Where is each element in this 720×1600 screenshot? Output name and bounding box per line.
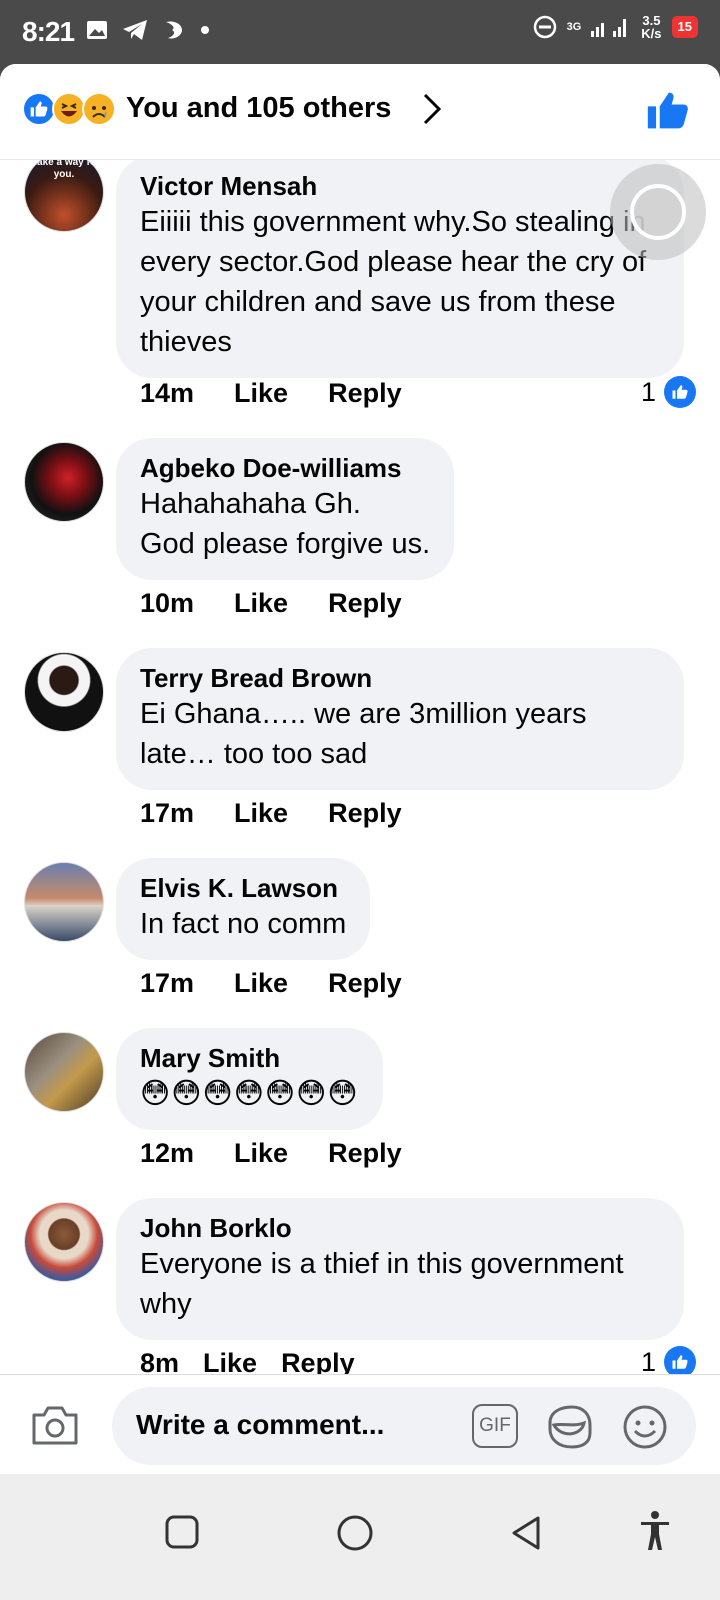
comment-actions: 8m Like Reply [140,1348,355,1374]
like-link[interactable]: Like [234,378,288,409]
reply-link[interactable]: Reply [328,588,402,619]
battery-indicator: 15 [671,16,698,38]
status-bar: 8:21 3G 3.5 K/s 15 [0,0,720,64]
status-notifications [86,18,210,42]
accessibility-icon[interactable] [638,1510,672,1552]
comment-input[interactable]: Write a comment... GIF [112,1387,696,1465]
home-icon[interactable] [336,1514,374,1552]
like-link[interactable]: Like [234,588,288,619]
comment-actions: 14m Like Reply [140,378,402,409]
reply-link[interactable]: Reply [328,968,402,999]
comment-author[interactable]: Mary Smith [140,1042,359,1074]
comment-time[interactable]: 10m [140,588,194,619]
comment-bubble[interactable]: Mary Smith 😳😳😳😳😳😳😳 [116,1028,383,1130]
comment-bubble[interactable]: Elvis K. Lawson In fact no comm [116,858,371,960]
sad-reaction-icon [82,92,116,126]
gif-button[interactable]: GIF [472,1404,518,1448]
assistive-touch-inner [630,184,686,240]
comment-list[interactable]: make a way for you. Victor Mensah Eiiiii… [0,160,720,1374]
like-link[interactable]: Like [203,1348,257,1374]
speed-unit: K/s [641,26,662,41]
comment-bubble[interactable]: Victor Mensah Eiiiii this government why… [116,160,684,378]
comment-author[interactable]: Terry Bread Brown [140,662,660,694]
back-icon[interactable] [508,1514,544,1552]
comment-actions: 17m Like Reply [140,968,402,999]
avatar-caption: make a way for you. [28,160,100,180]
comment-time[interactable]: 17m [140,798,194,829]
like-count-value: 1 [640,1346,656,1375]
gallery-icon [87,21,107,39]
comment-time[interactable]: 8m [140,1348,179,1374]
comment-like-count[interactable]: 1 [641,1346,696,1374]
like-link[interactable]: Like [234,798,288,829]
network-type: 3G [566,21,582,33]
app-icon [166,21,182,39]
like-count-value: 1 [640,376,656,407]
comment-time[interactable]: 17m [140,968,194,999]
comment-author[interactable]: Agbeko Doe-williams [140,452,430,484]
thumbs-up-icon [664,1346,696,1374]
status-system: 3G 3.5 K/s 15 [533,14,698,40]
comment-text: In fact no comm [140,908,347,940]
reply-link[interactable]: Reply [281,1348,355,1374]
comment-like-count[interactable]: 1 [641,376,696,408]
assistive-touch-button[interactable] [610,164,706,260]
dot-icon [201,26,209,34]
system-nav-bar [0,1474,720,1600]
comment-text: Eiiiii this government why.So stealing i… [140,206,647,358]
avatar[interactable] [24,442,104,522]
like-reaction-icon [22,92,56,126]
comment-text: 😳😳😳😳😳😳😳 [140,1078,359,1110]
signal-icon [591,19,627,37]
comment-placeholder[interactable]: Write a comment... [136,1409,384,1441]
emoji-icon[interactable] [622,1404,668,1450]
comment-actions: 17m Like Reply [140,798,402,829]
comment-composer: Write a comment... GIF [0,1374,720,1474]
comment-time[interactable]: 12m [140,1138,194,1169]
comment-bubble[interactable]: John Borklo Everyone is a thief in this … [116,1198,684,1340]
comment-author[interactable]: Elvis K. Lawson [140,872,346,904]
comment-text: Ei Ghana….. we are 3million years late… … [140,698,587,770]
chevron-right-icon[interactable] [420,92,444,126]
sticker-icon[interactable] [544,1403,594,1451]
reply-link[interactable]: Reply [328,378,402,409]
avatar[interactable] [24,1032,104,1112]
reactions-header[interactable]: You and 105 others [0,64,720,160]
avatar[interactable]: make a way for you. [24,160,104,232]
status-time: 8:21 [22,16,75,47]
thumbs-up-icon [664,376,696,408]
comment-bubble[interactable]: Agbeko Doe-williams Hahahahaha Gh. God p… [116,438,455,580]
like-button-icon[interactable] [646,88,690,132]
camera-icon[interactable] [30,1403,80,1447]
comment-text: Everyone is a thief in this government w… [140,1248,624,1320]
network-speed: 3.5 K/s [641,14,661,40]
comment-actions: 10m Like Reply [140,588,402,619]
haha-reaction-icon [52,92,86,126]
reactions-title[interactable]: You and 105 others [126,92,391,125]
avatar[interactable] [24,1202,104,1282]
telegram-icon [123,20,147,40]
comment-bubble[interactable]: Terry Bread Brown Ei Ghana….. we are 3mi… [116,648,684,790]
comment-text: Hahahahaha Gh. God please forgive us. [140,488,431,560]
recents-icon[interactable] [164,1514,200,1550]
comment-author[interactable]: Victor Mensah [140,170,660,202]
like-link[interactable]: Like [234,968,288,999]
reaction-summary[interactable] [22,92,116,126]
dnd-icon [533,15,556,39]
avatar[interactable] [24,652,104,732]
avatar[interactable] [24,862,104,942]
comment-actions: 12m Like Reply [140,1138,402,1169]
reply-link[interactable]: Reply [328,1138,402,1169]
comment-author[interactable]: John Borklo [140,1212,660,1244]
comments-sheet: You and 105 others make a way for you. V… [0,64,720,1504]
comment-time[interactable]: 14m [140,378,194,409]
reply-link[interactable]: Reply [328,798,402,829]
like-link[interactable]: Like [234,1138,288,1169]
